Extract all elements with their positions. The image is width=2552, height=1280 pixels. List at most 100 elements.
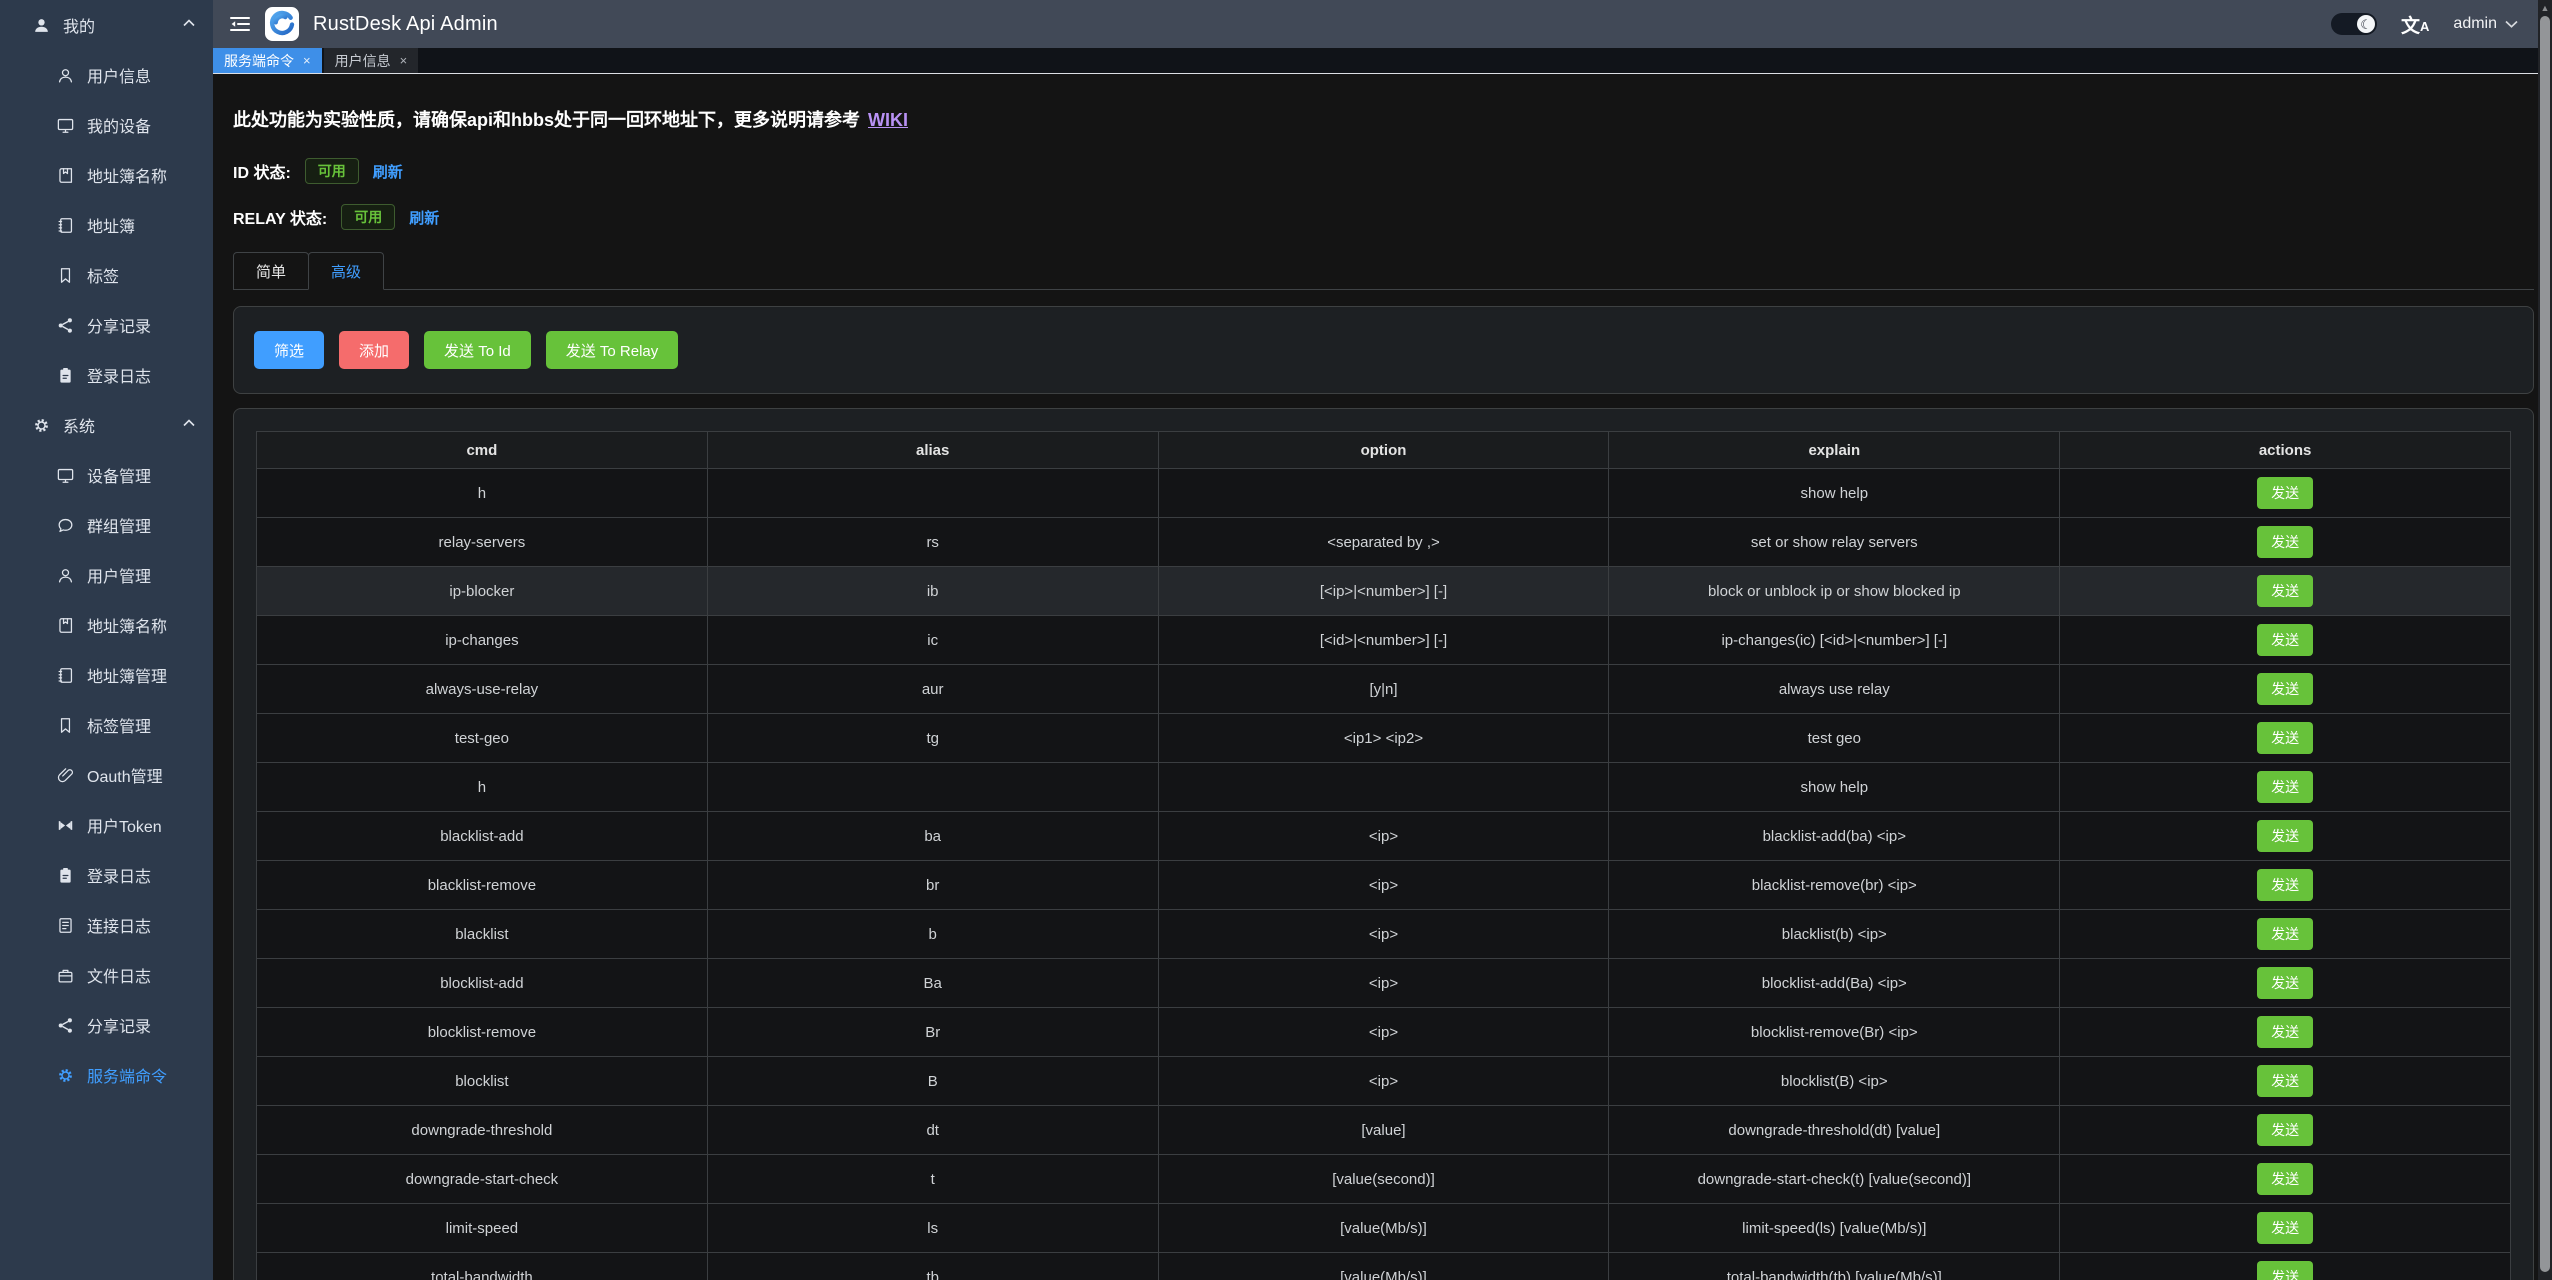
page-scrollbar[interactable]: ▲	[2538, 0, 2552, 1280]
send-button[interactable]: 发送	[2257, 918, 2313, 950]
sidebar-item-用户管理[interactable]: 用户管理	[0, 550, 213, 600]
sidebar-item-我的设备[interactable]: 我的设备	[0, 100, 213, 150]
sidebar-section-系统[interactable]: 系统	[0, 400, 213, 450]
cell-alias: tb	[707, 1253, 1158, 1280]
notice-text: 此处功能为实验性质，请确保api和hbbs处于同一回环地址下，更多说明请参考	[233, 110, 860, 130]
send-button[interactable]: 发送	[2257, 477, 2313, 509]
sidebar-item-标签管理[interactable]: 标签管理	[0, 700, 213, 750]
action-button-添加[interactable]: 添加	[339, 331, 409, 369]
open-tab-服务端命令[interactable]: 服务端命令×	[213, 48, 322, 73]
cell-alias	[707, 469, 1158, 518]
share-icon	[56, 1016, 75, 1035]
sidebar-item-登录日志[interactable]: 登录日志	[0, 850, 213, 900]
send-button[interactable]: 发送	[2257, 1261, 2313, 1280]
sidebar-item-Oauth管理[interactable]: Oauth管理	[0, 750, 213, 800]
send-button[interactable]: 发送	[2257, 1065, 2313, 1097]
collapse-sidebar-icon[interactable]	[229, 15, 251, 33]
sidebar-item-地址簿名称[interactable]: 地址簿名称	[0, 600, 213, 650]
cell-cmd: blocklist	[257, 1057, 708, 1106]
relay-refresh-link[interactable]: 刷新	[409, 207, 439, 228]
cell-actions: 发送	[2060, 1253, 2511, 1280]
cell-alias: b	[707, 910, 1158, 959]
close-icon[interactable]: ×	[303, 53, 311, 68]
send-button[interactable]: 发送	[2257, 1212, 2313, 1244]
send-button[interactable]: 发送	[2257, 1016, 2313, 1048]
action-button-筛选[interactable]: 筛选	[254, 331, 324, 369]
sidebar-item-用户信息[interactable]: 用户信息	[0, 50, 213, 100]
sidebar-item-地址簿[interactable]: 地址簿	[0, 200, 213, 250]
send-button[interactable]: 发送	[2257, 526, 2313, 558]
sidebar-item-群组管理[interactable]: 群组管理	[0, 500, 213, 550]
table-body: hshow help发送relay-serversrs<separated by…	[257, 469, 2511, 1280]
sidebar-item-label: 标签管理	[87, 713, 151, 737]
relay-status-row: RELAY 状态: 可用 刷新	[233, 202, 2534, 232]
sidebar-item-地址簿管理[interactable]: 地址簿管理	[0, 650, 213, 700]
send-button[interactable]: 发送	[2257, 771, 2313, 803]
cell-option: [y|n]	[1158, 665, 1609, 714]
sidebar-item-地址簿名称[interactable]: 地址簿名称	[0, 150, 213, 200]
cell-alias: Br	[707, 1008, 1158, 1057]
send-button[interactable]: 发送	[2257, 673, 2313, 705]
clipboard-icon	[56, 366, 75, 385]
sidebar-item-文件日志[interactable]: 文件日志	[0, 950, 213, 1000]
monitor-icon	[56, 466, 75, 485]
app-title: RustDesk Api Admin	[313, 13, 498, 36]
send-button[interactable]: 发送	[2257, 1163, 2313, 1195]
cell-actions: 发送	[2060, 714, 2511, 763]
cell-alias: ls	[707, 1204, 1158, 1253]
view-tab-高级[interactable]: 高级	[308, 252, 384, 290]
scrollbar-thumb[interactable]	[2540, 16, 2550, 1272]
open-tab-用户信息[interactable]: 用户信息×	[324, 48, 419, 73]
cell-option: [value(Mb/s)]	[1158, 1253, 1609, 1280]
cell-explain: blocklist-add(Ba) <ip>	[1609, 959, 2060, 1008]
send-button[interactable]: 发送	[2257, 722, 2313, 754]
table-row: blacklist-removebr<ip>blacklist-remove(b…	[257, 861, 2511, 910]
link-icon	[56, 766, 75, 785]
cell-option: <ip>	[1158, 861, 1609, 910]
token-icon	[56, 816, 75, 835]
action-button-发送 To Id[interactable]: 发送 To Id	[424, 331, 531, 369]
cell-option: <ip>	[1158, 1008, 1609, 1057]
table-row: ip-changesic[<id>|<number>] [-]ip-change…	[257, 616, 2511, 665]
user-filled-icon	[32, 16, 51, 35]
cell-cmd: downgrade-start-check	[257, 1155, 708, 1204]
send-button[interactable]: 发送	[2257, 624, 2313, 656]
column-header-alias: alias	[707, 432, 1158, 469]
action-button-发送 To Relay[interactable]: 发送 To Relay	[546, 331, 679, 369]
chevron-up-icon	[183, 419, 195, 427]
id-refresh-link[interactable]: 刷新	[373, 161, 403, 182]
table-header-row: cmdaliasoptionexplainactions	[257, 432, 2511, 469]
cell-alias: tg	[707, 714, 1158, 763]
cell-cmd: h	[257, 469, 708, 518]
sidebar-item-分享记录[interactable]: 分享记录	[0, 1000, 213, 1050]
cell-option: <separated by ,>	[1158, 518, 1609, 567]
sidebar-item-label: 地址簿管理	[87, 663, 167, 687]
column-header-cmd: cmd	[257, 432, 708, 469]
send-button[interactable]: 发送	[2257, 967, 2313, 999]
sidebar-item-标签[interactable]: 标签	[0, 250, 213, 300]
send-button[interactable]: 发送	[2257, 1114, 2313, 1146]
sidebar-section-我的[interactable]: 我的	[0, 0, 213, 50]
cell-option	[1158, 763, 1609, 812]
sidebar-item-label: 分享记录	[87, 1013, 151, 1037]
chat-icon	[56, 516, 75, 535]
id-status-row: ID 状态: 可用 刷新	[233, 156, 2534, 186]
dark-mode-toggle[interactable]: ☾	[2331, 13, 2377, 35]
table-row: always-use-relayaur[y|n]always use relay…	[257, 665, 2511, 714]
send-button[interactable]: 发送	[2257, 575, 2313, 607]
sidebar-item-用户Token[interactable]: 用户Token	[0, 800, 213, 850]
wiki-link[interactable]: WIKI	[868, 110, 908, 130]
scroll-up-arrow-icon[interactable]: ▲	[2538, 1, 2552, 15]
language-switch-icon[interactable]: 文A	[2401, 11, 2429, 38]
sidebar-item-服务端命令[interactable]: 服务端命令	[0, 1050, 213, 1100]
view-tab-简单[interactable]: 简单	[233, 252, 309, 290]
send-button[interactable]: 发送	[2257, 820, 2313, 852]
sidebar-item-登录日志[interactable]: 登录日志	[0, 350, 213, 400]
user-menu[interactable]: admin	[2453, 15, 2518, 33]
close-icon[interactable]: ×	[400, 53, 408, 68]
sidebar-item-label: 群组管理	[87, 513, 151, 537]
sidebar-item-连接日志[interactable]: 连接日志	[0, 900, 213, 950]
send-button[interactable]: 发送	[2257, 869, 2313, 901]
sidebar-item-设备管理[interactable]: 设备管理	[0, 450, 213, 500]
sidebar-item-分享记录[interactable]: 分享记录	[0, 300, 213, 350]
